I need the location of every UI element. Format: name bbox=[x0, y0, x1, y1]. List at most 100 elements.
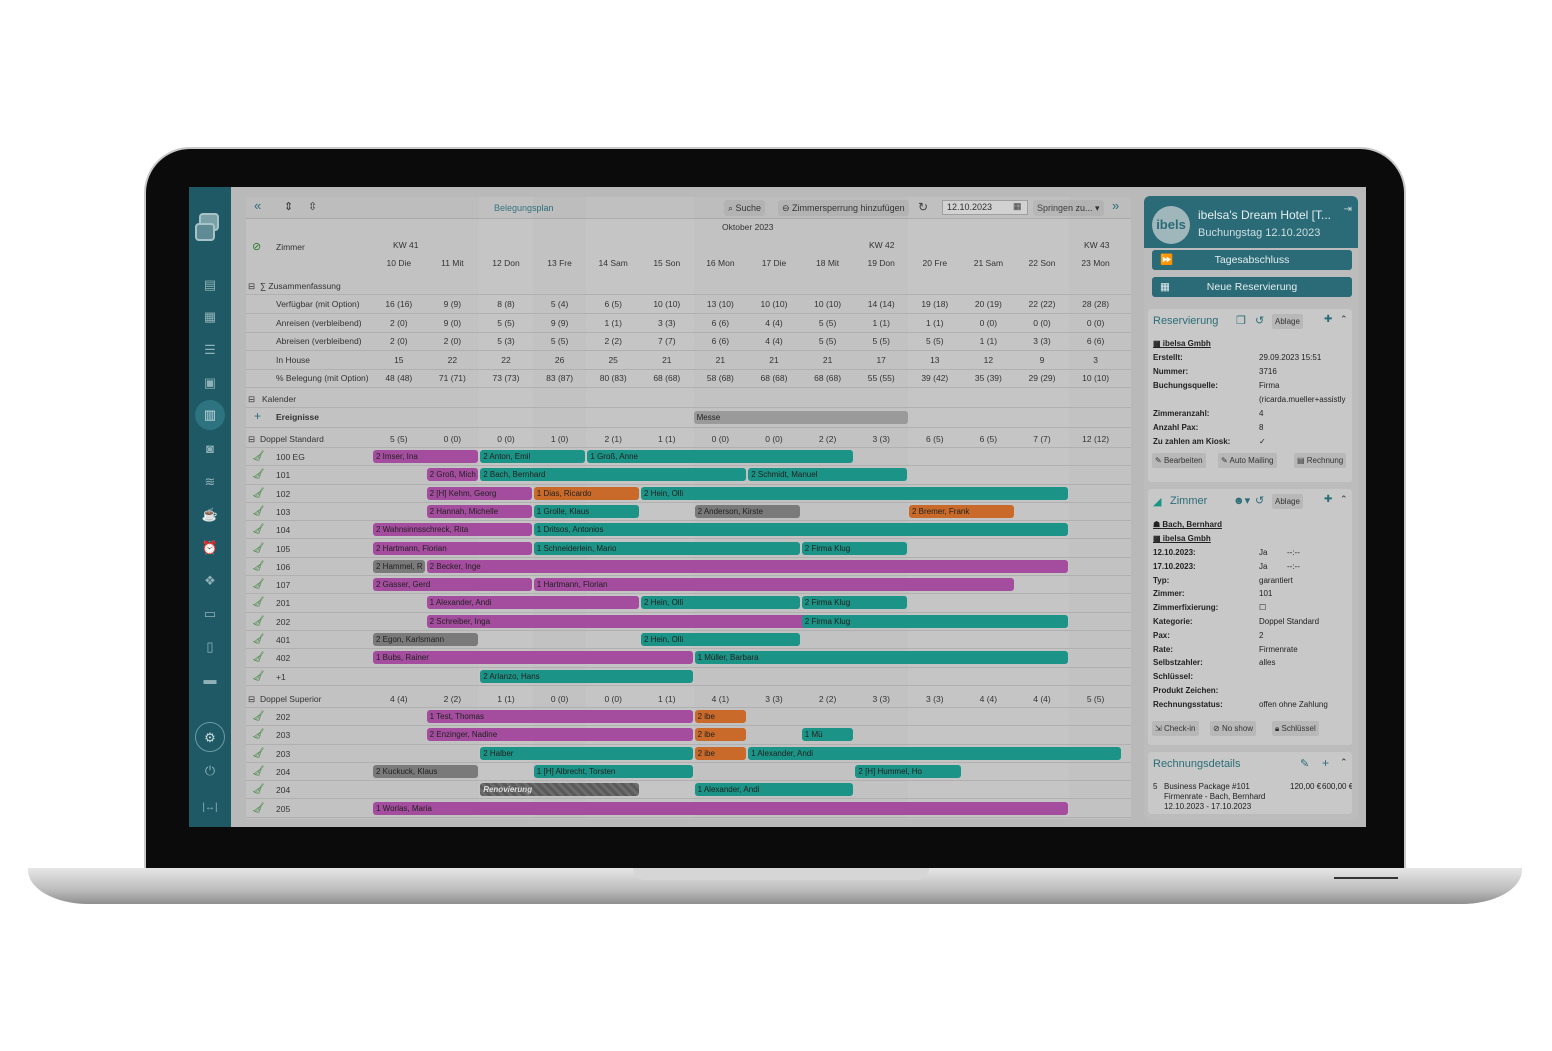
broom-icon[interactable]: 🧹︎ bbox=[252, 616, 265, 627]
booking-bar[interactable]: 2 Firma Klug bbox=[801, 614, 1068, 628]
room-block-button[interactable]: ⊖ Zimmersperrung hinzufügen bbox=[778, 200, 909, 216]
booking-bar[interactable]: 2 Gasser, Gerd bbox=[373, 578, 532, 592]
booking-bar[interactable]: 2 Schreiber, Inga bbox=[426, 614, 854, 628]
booking-bar[interactable]: 1 Alexander, Andi bbox=[694, 783, 854, 797]
database-icon[interactable]: ≋ bbox=[200, 474, 220, 490]
booking-bar[interactable]: 1 Grolle, Klaus bbox=[533, 504, 639, 518]
key-button[interactable]: 🔒︎ Schlüssel bbox=[1272, 721, 1319, 736]
broom-icon[interactable]: 🧹︎ bbox=[252, 469, 265, 480]
booking-bar[interactable]: 2 Firma Klug bbox=[801, 596, 907, 610]
power-icon[interactable]: ⏻ bbox=[200, 763, 220, 779]
collapse-icon[interactable]: ⌃ bbox=[1340, 757, 1348, 768]
booking-bar[interactable]: 2 Arlanzo, Hans bbox=[480, 669, 693, 683]
booking-bar[interactable]: 2 Egon, Karlsmann bbox=[373, 633, 479, 646]
booking-bar[interactable]: 2 Enzinger, Nadine bbox=[426, 728, 693, 742]
company-link[interactable]: ▦ ibelsa Gmbh bbox=[1153, 339, 1211, 348]
broom-icon[interactable]: 🧹︎ bbox=[252, 766, 265, 777]
news-icon[interactable]: ▤ bbox=[200, 277, 220, 293]
edit-icon[interactable]: ✎ bbox=[1300, 757, 1309, 770]
calendar-icon[interactable]: ▥ bbox=[195, 400, 225, 430]
booking-bar[interactable]: 2 Halber bbox=[480, 746, 693, 760]
plus-icon[interactable]: + bbox=[1322, 756, 1329, 770]
broom-icon[interactable]: 🧹︎ bbox=[252, 784, 265, 795]
folder-icon[interactable]: ▭ bbox=[200, 606, 220, 622]
booking-bar[interactable]: 2 Hein, Olli bbox=[641, 596, 800, 610]
booking-bar[interactable]: Renovierung bbox=[480, 783, 639, 797]
broom-icon[interactable]: 🧹︎ bbox=[252, 803, 265, 814]
booking-bar[interactable]: 2 Hein, Olli bbox=[641, 486, 1068, 500]
expand-vertical-icon[interactable]: ⇳ bbox=[308, 200, 317, 213]
booking-bar[interactable]: 2 Hannah, Michelle bbox=[426, 504, 532, 518]
broom-icon[interactable]: 🧹︎ bbox=[252, 652, 265, 663]
booking-bar[interactable]: 2 Wahnsinnsschreck, Rita bbox=[373, 523, 532, 537]
broom-icon[interactable]: 🧹︎ bbox=[252, 506, 265, 517]
booking-bar[interactable]: 1 Dritsos, Antonios bbox=[533, 523, 1068, 537]
history-icon[interactable]: ↺ bbox=[1255, 314, 1264, 327]
logout-icon[interactable]: ⇥ bbox=[1344, 204, 1352, 215]
contacts-icon[interactable]: ▣ bbox=[200, 375, 220, 391]
calendar-header[interactable]: Kalender ⊟ bbox=[246, 390, 1131, 408]
no-show-button[interactable]: ⊘ No show bbox=[1210, 721, 1257, 736]
booking-bar[interactable]: 2 Groß, Mich bbox=[426, 468, 479, 482]
settings-icon[interactable]: ⚙ bbox=[195, 722, 225, 752]
broom-icon[interactable]: 🧹︎ bbox=[252, 524, 265, 535]
booking-bar[interactable]: 2 Schmidt, Manuel bbox=[748, 468, 907, 482]
booking-bar[interactable]: 1 Hartmann, Florian bbox=[533, 578, 1015, 592]
compress-icon[interactable]: ⇕ bbox=[284, 200, 293, 213]
room-group-header[interactable]: Doppel Standard ⊟ 5 (5) 0 (0) 0 (0) 1 (0) 2 (1… bbox=[246, 430, 1131, 448]
broom-icon[interactable]: 🧹︎ bbox=[252, 543, 265, 554]
booking-bar[interactable]: 1 Test, Thomas bbox=[426, 710, 693, 723]
booking-bar[interactable]: 1 Worlas, Maria bbox=[373, 801, 1068, 815]
broom-icon[interactable]: 🧹︎ bbox=[252, 729, 265, 740]
alarm-icon[interactable]: ⏰ bbox=[200, 540, 220, 556]
add-icon[interactable]: ✚ bbox=[1324, 314, 1332, 325]
add-event-icon[interactable]: + bbox=[254, 409, 261, 423]
ablage-button[interactable]: Ablage bbox=[1272, 314, 1303, 329]
guest-link[interactable]: ☗ Bach, Bernhard bbox=[1153, 520, 1222, 529]
booking-bar[interactable]: 1 Alexander, Andi bbox=[426, 596, 639, 610]
booking-bar[interactable]: 1 Müller, Barbara bbox=[694, 651, 1068, 665]
booking-bar[interactable]: 2 Firma Klug bbox=[801, 541, 907, 555]
booking-bar[interactable]: 2 Anton, Emil bbox=[480, 450, 586, 463]
broom-icon[interactable]: 🧹︎ bbox=[252, 561, 265, 572]
day-close-button[interactable]: ⏩ Tagesabschluss bbox=[1152, 250, 1352, 270]
list-icon[interactable]: ☰ bbox=[200, 342, 220, 358]
booking-bar[interactable]: 2 Becker, Inge bbox=[426, 559, 1068, 573]
invoice-button[interactable]: ▤ Rechnung bbox=[1294, 453, 1347, 468]
booking-bar[interactable]: 2 Anderson, Kirste bbox=[694, 504, 800, 518]
booking-bar[interactable]: 2 Imser, Ina bbox=[373, 450, 479, 463]
booking-bar[interactable]: 2 Hein, Olli bbox=[641, 633, 800, 646]
booking-bar[interactable]: 2 [H] Kehm, Georg bbox=[426, 486, 532, 500]
broom-icon[interactable]: 🧹︎ bbox=[252, 671, 265, 682]
broom-icon[interactable]: 🧹︎ bbox=[252, 597, 265, 608]
booking-bar[interactable]: 1 Mü bbox=[801, 728, 854, 742]
logo-icon[interactable] bbox=[195, 213, 227, 243]
booking-bar[interactable]: 2 ibe bbox=[694, 746, 747, 760]
booking-bar[interactable]: 2 [H] Hummel, Ho bbox=[855, 764, 961, 778]
event-bar-messe[interactable]: Messe bbox=[693, 411, 908, 424]
broom-icon[interactable]: 🧹︎ bbox=[252, 451, 265, 462]
expand-icon[interactable]: |↔| bbox=[200, 800, 220, 816]
booking-bar[interactable]: 1 Alexander, Andi bbox=[748, 746, 1122, 760]
broom-icon[interactable]: 🧹︎ bbox=[252, 748, 265, 759]
document-icon[interactable]: ▯ bbox=[200, 639, 220, 655]
new-reservation-button[interactable]: ▦ Neue Reservierung bbox=[1152, 277, 1352, 297]
ablage-button[interactable]: Ablage bbox=[1272, 494, 1303, 509]
check-in-button[interactable]: ⇲ Check-in bbox=[1152, 721, 1199, 736]
booking-bar[interactable]: 2 Bremer, Frank bbox=[909, 504, 1015, 518]
booking-bar[interactable]: 2 Hartmann, Florian bbox=[373, 541, 532, 555]
booking-bar[interactable]: 1 Groß, Anne bbox=[587, 450, 854, 463]
history-icon[interactable]: ↺ bbox=[1255, 494, 1264, 507]
booking-bar[interactable]: 1 Bubs, Rainer bbox=[373, 651, 693, 665]
group-icon[interactable]: ☻▾ bbox=[1233, 494, 1250, 507]
auto-mailing-button[interactable]: ✎ Auto Mailing bbox=[1218, 453, 1277, 468]
copy-icon[interactable]: ❐ bbox=[1236, 314, 1246, 327]
booking-bar[interactable]: 2 Bach, Bernhard bbox=[480, 468, 747, 482]
booking-bar[interactable]: 1 Dias, Ricardo bbox=[533, 486, 639, 500]
coffee-icon[interactable]: ☕ bbox=[200, 507, 220, 523]
booking-bar[interactable]: 1 [H] Albrecht, Torsten bbox=[533, 764, 693, 778]
gift-icon[interactable]: ❖ bbox=[200, 573, 220, 589]
booking-bar[interactable]: 2 ibe bbox=[694, 710, 747, 723]
search-button[interactable]: ⌕ Suche bbox=[724, 200, 766, 216]
edit-button[interactable]: ✎ Bearbeiten bbox=[1152, 453, 1206, 468]
